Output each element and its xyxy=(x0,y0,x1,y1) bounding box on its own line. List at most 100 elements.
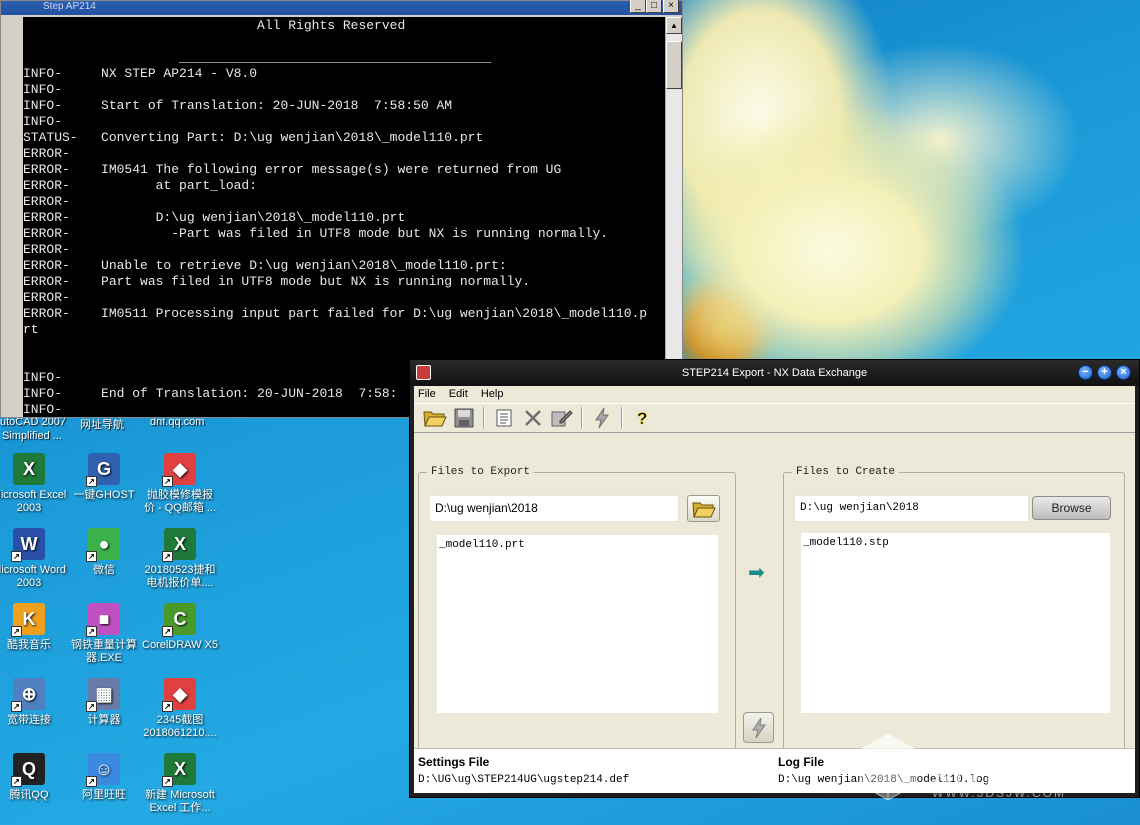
desktop-icon-label: 微信 xyxy=(93,564,115,576)
run-icon[interactable] xyxy=(589,406,615,430)
app-icon: W ↗ xyxy=(11,528,45,562)
desktop-icon[interactable]: G ↗ 一键GHOST xyxy=(66,453,142,502)
shortcut-arrow-icon: ↗ xyxy=(11,551,22,562)
list-icon[interactable] xyxy=(491,406,517,430)
app-icon: G ↗ xyxy=(86,453,120,487)
desktop-icon-label: 宽带连接 xyxy=(7,714,51,726)
desktop-icon[interactable]: X Microsoft Excel 2003 xyxy=(0,453,67,515)
desktop-icon[interactable]: ◆ ↗ 抛胶模修模报价 - QQ邮箱 ... xyxy=(142,453,218,515)
export-file-list[interactable]: _model110.prt xyxy=(437,535,718,713)
shortcut-arrow-icon: ↗ xyxy=(162,551,173,562)
app-icon: ⊕ ↗ xyxy=(11,678,45,712)
console-scrollbar[interactable]: ▲ xyxy=(665,17,682,417)
console-title: Step AP214 xyxy=(43,1,96,12)
shortcut-arrow-icon: ↗ xyxy=(11,701,22,712)
help-icon[interactable]: ? xyxy=(629,406,655,430)
list-item[interactable]: _model110.prt xyxy=(439,539,718,551)
settings-file-label: Settings File xyxy=(418,755,490,769)
dialog-content: File Edit Help ? Files to Export D:\ug w… xyxy=(414,386,1135,793)
minimize-icon[interactable]: − xyxy=(1078,365,1093,380)
desktop-icon[interactable]: ● ↗ 微信 xyxy=(66,528,142,577)
desktop-icon-label: CorelDRAW X5 xyxy=(142,639,218,651)
create-file-list[interactable]: _model110.stp xyxy=(801,533,1110,713)
console-window[interactable]: Step AP214 _ □ × All Rights Reserved ___… xyxy=(0,0,683,418)
toolbar: ? xyxy=(414,403,1135,433)
shortcut-arrow-icon: ↗ xyxy=(86,776,97,787)
menu-edit[interactable]: Edit xyxy=(449,388,468,400)
shortcut-arrow-icon: ↗ xyxy=(162,776,173,787)
translate-run-button[interactable] xyxy=(743,712,774,743)
desktop-icon-autocad-label[interactable]: Simplified ... xyxy=(2,430,62,442)
scrollbar-thumb[interactable] xyxy=(666,41,682,89)
maximize-icon[interactable]: □ xyxy=(646,0,662,13)
app-icon: ▦ ↗ xyxy=(86,678,120,712)
browse-button[interactable]: Browse xyxy=(1032,496,1111,520)
app-icon xyxy=(416,365,431,380)
arrow-right-icon: ➡ xyxy=(748,562,765,584)
desktop-icon-label: 新建 Microsoft Excel 工作... xyxy=(145,789,215,814)
desktop-icon[interactable]: ◆ ↗ 2345截图2018061210.... xyxy=(142,678,218,740)
desktop-icon[interactable]: K ↗ 酷我音乐 xyxy=(0,603,67,652)
step-export-dialog[interactable]: STEP214 Export - NX Data Exchange − + × … xyxy=(409,359,1140,798)
footer: Settings File D:\UG\ug\STEP214UG\ugstep2… xyxy=(414,748,1135,793)
desktop-icon-label: Microsoft Word 2003 xyxy=(0,564,66,589)
desktop-icon[interactable]: ▦ ↗ 计算器 xyxy=(66,678,142,727)
toolbar-separator xyxy=(621,407,623,429)
console-titlebar[interactable]: Step AP214 _ □ × xyxy=(1,0,682,15)
shortcut-arrow-icon: ↗ xyxy=(86,626,97,637)
desktop-icon-label: 计算器 xyxy=(87,714,121,726)
toolbar-separator xyxy=(483,407,485,429)
menu-file[interactable]: File xyxy=(418,388,436,400)
desktop-icon-label: 钢铁重量计算器.EXE xyxy=(71,639,137,664)
desktop-icon-nav-label[interactable]: 网址导航 xyxy=(80,416,124,432)
menu-help[interactable]: Help xyxy=(481,388,504,400)
desktop-icon[interactable]: C ↗ CorelDRAW X5 xyxy=(142,603,218,652)
shortcut-arrow-icon: ↗ xyxy=(11,626,22,637)
save-icon[interactable] xyxy=(451,406,477,430)
desktop-icon[interactable]: X ↗ 20180523捷和电机报价单.... xyxy=(142,528,218,590)
menu-bar: File Edit Help xyxy=(414,386,1135,403)
files-to-create-panel: Files to Create D:\ug wenjian\2018 Brows… xyxy=(783,466,1125,772)
edit-icon[interactable] xyxy=(549,406,575,430)
desktop-icon[interactable]: ⊕ ↗ 宽带连接 xyxy=(0,678,67,727)
desktop-icon-label: 20180523捷和电机报价单.... xyxy=(144,564,216,589)
export-path-input[interactable]: D:\ug wenjian\2018 xyxy=(429,495,679,522)
close-icon[interactable]: × xyxy=(663,0,679,13)
app-icon: K ↗ xyxy=(11,603,45,637)
shortcut-arrow-icon: ↗ xyxy=(162,476,173,487)
run-icon xyxy=(751,717,766,738)
app-icon: ☺ ↗ xyxy=(86,753,120,787)
open-folder-icon xyxy=(691,502,716,517)
export-folder-button[interactable] xyxy=(687,495,720,522)
app-icon: X ↗ xyxy=(162,753,196,787)
delete-icon[interactable] xyxy=(520,406,546,430)
dialog-title: STEP214 Export - NX Data Exchange xyxy=(681,367,868,379)
scroll-up-icon[interactable]: ▲ xyxy=(666,17,682,34)
create-path-input[interactable]: D:\ug wenjian\2018 xyxy=(794,495,1029,522)
files-to-export-panel: Files to Export D:\ug wenjian\2018 _mode… xyxy=(418,466,736,772)
desktop-icon[interactable]: X ↗ 新建 Microsoft Excel 工作... xyxy=(142,753,218,815)
app-icon: ● ↗ xyxy=(86,528,120,562)
close-icon[interactable]: × xyxy=(1116,365,1131,380)
dialog-titlebar[interactable]: STEP214 Export - NX Data Exchange − + × xyxy=(410,360,1139,386)
desktop-icon[interactable]: ■ ↗ 钢铁重量计算器.EXE xyxy=(66,603,142,665)
shortcut-arrow-icon: ↗ xyxy=(162,701,173,712)
desktop-icon[interactable]: ☺ ↗ 阿里旺旺 xyxy=(66,753,142,802)
list-item[interactable]: _model110.stp xyxy=(803,537,1110,549)
app-icon: ◆ ↗ xyxy=(162,453,196,487)
console-output[interactable]: All Rights Reserved ____________________… xyxy=(23,17,665,417)
shortcut-arrow-icon: ↗ xyxy=(86,551,97,562)
desktop-icon[interactable]: W↗Microsoft Word 2003 xyxy=(0,528,67,590)
desktop-icon-label: 阿里旺旺 xyxy=(82,789,126,801)
desktop-icon[interactable]: Q ↗ 腾讯QQ xyxy=(0,753,67,802)
desktop-icon-label: 抛胶模修模报价 - QQ邮箱 ... xyxy=(143,489,217,514)
shortcut-arrow-icon: ↗ xyxy=(86,701,97,712)
svg-text:?: ? xyxy=(637,409,647,428)
app-icon: ■ ↗ xyxy=(86,603,120,637)
open-folder-icon[interactable] xyxy=(422,406,448,430)
desktop-icon-label: 一键GHOST xyxy=(73,489,135,501)
app-icon: X ↗ xyxy=(162,528,196,562)
desktop-icon-label: 2345截图2018061210.... xyxy=(143,714,217,739)
maximize-icon[interactable]: + xyxy=(1097,365,1112,380)
minimize-icon[interactable]: _ xyxy=(630,0,646,13)
